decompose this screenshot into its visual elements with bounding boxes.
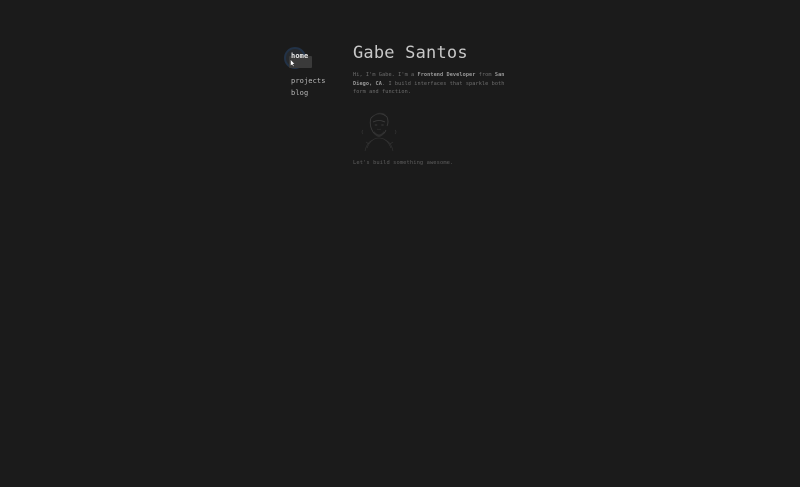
- bio-text: Hi, I'm Gabe. I'm a Frontend Developer f…: [353, 71, 505, 97]
- main-content: Gabe Santos Hi, I'm Gabe. I'm a Frontend…: [353, 42, 513, 167]
- page: home projects blog Gabe Santos Hi, I'm G…: [0, 0, 800, 487]
- nav-item-label: projects: [291, 77, 326, 85]
- bio-mid: from: [475, 72, 495, 78]
- nav-item-label: blog: [291, 89, 309, 97]
- page-title: Gabe Santos: [353, 43, 468, 63]
- bio-prefix: Hi, I'm Gabe. I'm a: [353, 72, 418, 78]
- sidebar-nav: home projects blog: [284, 47, 346, 99]
- nav-item-projects[interactable]: projects: [286, 75, 346, 87]
- nav-item-home[interactable]: home: [284, 47, 346, 69]
- bio-role: Frontend Developer: [417, 72, 476, 78]
- avatar: [361, 112, 397, 151]
- nav-item-blog[interactable]: blog: [286, 87, 346, 99]
- pointer-cursor-icon: [290, 59, 296, 67]
- cta-text: Let's build something awesome.: [353, 159, 454, 166]
